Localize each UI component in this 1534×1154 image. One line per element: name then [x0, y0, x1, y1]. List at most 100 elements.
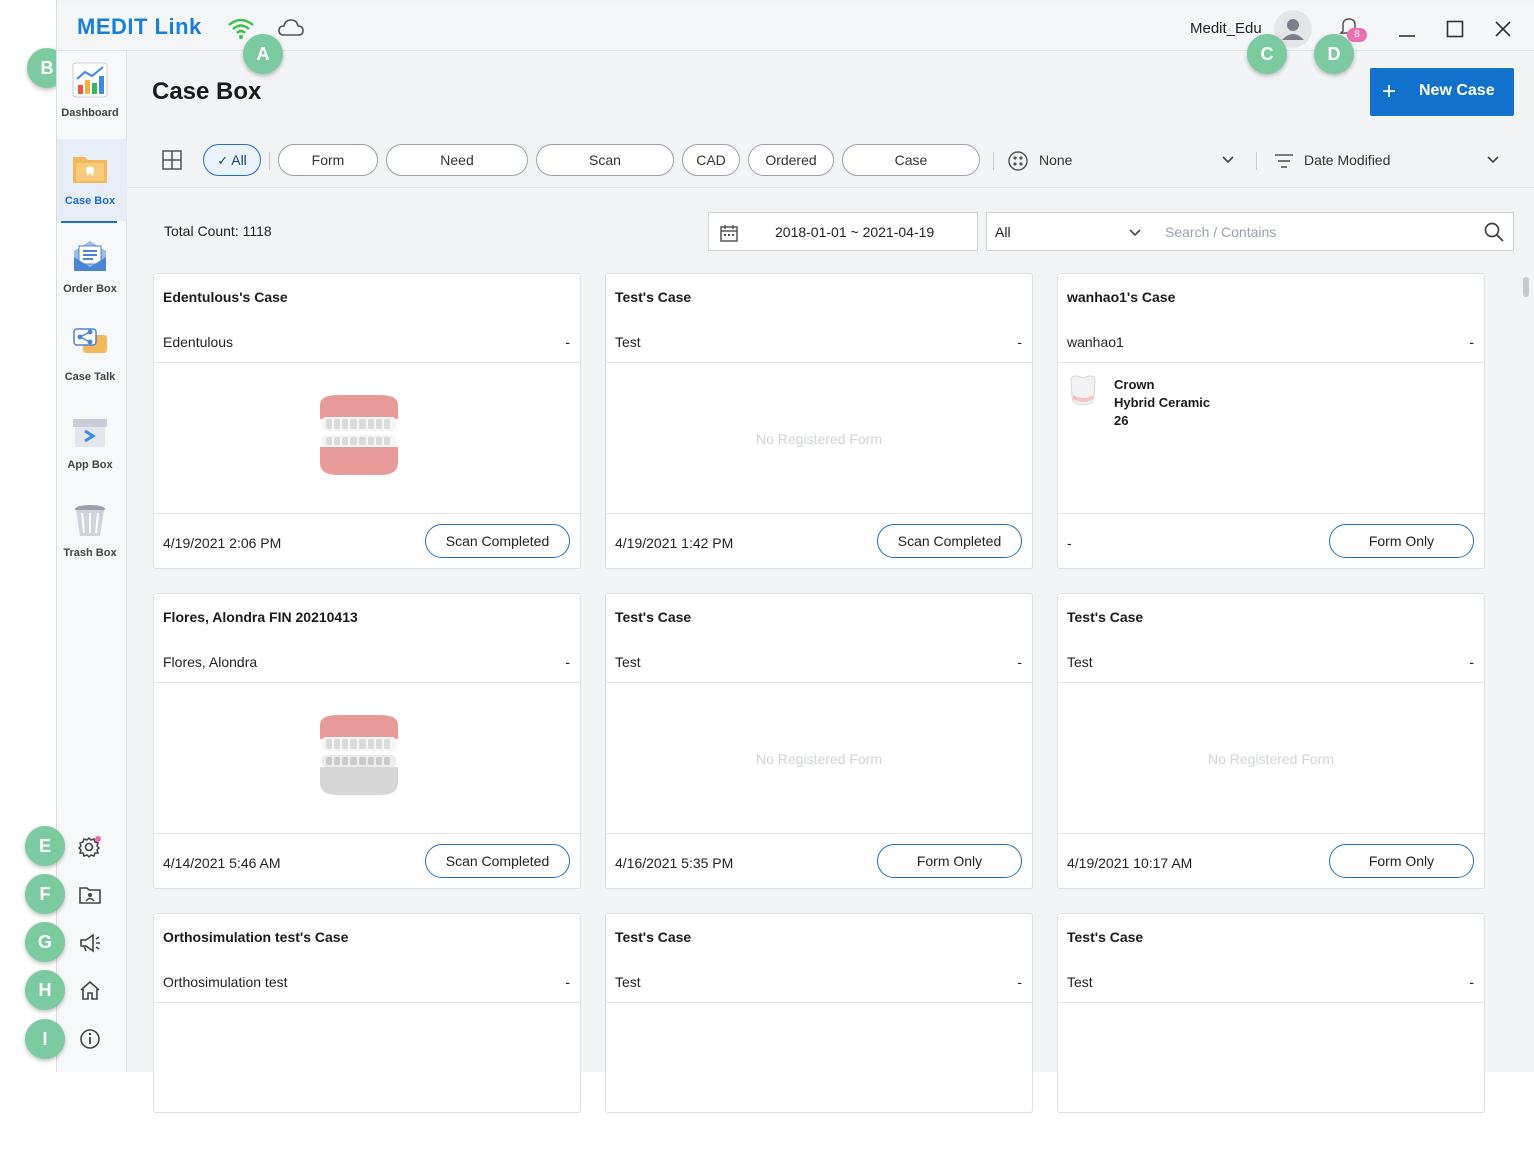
chip-label: All: [231, 152, 247, 168]
case-title: Test's Case: [615, 289, 692, 305]
filter-chip-need[interactable]: Need: [386, 144, 528, 176]
order-box-icon: [74, 241, 106, 271]
status-badge[interactable]: Scan Completed: [877, 524, 1022, 558]
sidebar-item-label: Dashboard: [61, 107, 119, 119]
empty-form-text: No Registered Form: [755, 431, 883, 447]
sidebar-item-case-box[interactable]: Case Box: [57, 139, 127, 223]
total-count: Total Count: 1118: [164, 223, 272, 239]
case-title: Test's Case: [615, 609, 692, 625]
marker-i: I: [25, 1019, 65, 1059]
status-badge[interactable]: Form Only: [1329, 844, 1474, 878]
case-preview: [154, 362, 580, 514]
divider: [1256, 152, 1257, 170]
case-card[interactable]: Test's Case Test - No Registered Form 4/…: [605, 593, 1033, 889]
sidebar-item-app-box[interactable]: App Box: [57, 403, 127, 485]
sidebar-item-dashboard[interactable]: Dashboard: [57, 51, 127, 133]
case-info: -: [565, 974, 570, 990]
filter-chip-all[interactable]: ✓ All: [203, 144, 261, 176]
case-box-icon: [73, 157, 107, 183]
patient-name: Orthosimulation test: [163, 974, 288, 990]
new-case-button[interactable]: + New Case: [1370, 68, 1514, 116]
app-window: MEDIT Link Medit_Edu 8 Dashboard Case Bo…: [56, 0, 1534, 1113]
home-icon[interactable]: [77, 978, 103, 1004]
search-scope-dropdown[interactable]: All: [995, 224, 1011, 240]
sidebar-item-trash-box[interactable]: Trash Box: [57, 491, 127, 573]
megaphone-icon[interactable]: [77, 930, 103, 956]
filter-chip-scan[interactable]: Scan: [536, 144, 674, 176]
case-date: 4/19/2021 2:06 PM: [163, 535, 282, 551]
tooth-number: 26: [1114, 413, 1129, 428]
case-card[interactable]: Test's Case Test -: [605, 913, 1033, 1113]
form-details: Crown Hybrid Ceramic 26: [1114, 376, 1210, 430]
case-preview: No Registered Form: [606, 682, 1032, 834]
filter-chip-cad[interactable]: CAD: [682, 144, 740, 176]
status-badge[interactable]: Form Only: [1329, 524, 1474, 558]
case-card[interactable]: Edentulous's Case Edentulous - 4/19/2021…: [153, 273, 581, 569]
scrollbar[interactable]: [1523, 277, 1529, 297]
minimize-icon[interactable]: [1397, 19, 1417, 39]
filter-chip-case[interactable]: Case: [842, 144, 980, 176]
divider: [269, 152, 270, 170]
search-icon[interactable]: [1483, 221, 1505, 243]
case-date: 4/14/2021 5:46 AM: [163, 855, 281, 871]
case-date: -: [1067, 535, 1072, 551]
grid-view-icon[interactable]: [161, 149, 183, 171]
status-badge[interactable]: Scan Completed: [425, 844, 570, 878]
case-preview: Crown Hybrid Ceramic 26: [1058, 362, 1484, 514]
chevron-down-icon[interactable]: [1222, 154, 1234, 166]
case-card[interactable]: Test's Case Test - No Registered Form 4/…: [1057, 593, 1485, 889]
filter-chip-ordered[interactable]: Ordered: [748, 144, 834, 176]
folder-icon[interactable]: [77, 882, 103, 908]
date-range-picker[interactable]: 2018-01-01 ~ 2021-04-19: [708, 212, 978, 251]
case-info: -: [1017, 974, 1022, 990]
case-info: -: [1017, 334, 1022, 350]
case-card[interactable]: wanhao1's Case wanhao1 - Crown Hybrid Ce…: [1057, 273, 1485, 569]
filter-bar: ✓ All Form Need Scan CAD Ordered Case No…: [127, 134, 1534, 188]
user-name[interactable]: Medit_Edu: [1190, 20, 1262, 37]
filter-chip-form[interactable]: Form: [278, 144, 378, 176]
case-preview: No Registered Form: [606, 362, 1032, 514]
case-date: 4/19/2021 10:17 AM: [1067, 855, 1193, 871]
new-case-label: New Case: [1419, 82, 1495, 99]
case-card[interactable]: Flores, Alondra FIN 20210413 Flores, Alo…: [153, 593, 581, 889]
crown-icon: [1070, 375, 1096, 406]
case-card[interactable]: Orthosimulation test's Case Orthosimulat…: [153, 913, 581, 1113]
dashboard-icon: [72, 62, 108, 98]
patient-name: Edentulous: [163, 334, 234, 350]
chevron-down-icon[interactable]: [1487, 154, 1499, 166]
case-date: 4/16/2021 5:35 PM: [615, 855, 734, 871]
group-by-icon: [1008, 151, 1028, 171]
cloud-icon[interactable]: [277, 18, 305, 38]
empty-form-text: No Registered Form: [755, 751, 883, 767]
case-info: -: [1469, 334, 1474, 350]
patient-name: Test: [1067, 974, 1093, 990]
search-input[interactable]: [1165, 219, 1465, 245]
sort-dropdown[interactable]: Date Modified: [1304, 144, 1390, 176]
status-badge[interactable]: Form Only: [877, 844, 1022, 878]
marker-f: F: [25, 874, 65, 914]
case-card[interactable]: Test's Case Test -: [1057, 913, 1485, 1113]
sidebar-item-case-talk[interactable]: Case Talk: [57, 315, 127, 397]
sidebar-item-order-box[interactable]: Order Box: [57, 227, 127, 309]
notification-badge: 8: [1347, 28, 1367, 42]
settings-icon[interactable]: [77, 834, 103, 860]
case-title: Flores, Alondra FIN 20210413: [163, 609, 358, 625]
case-card[interactable]: Test's Case Test - No Registered Form 4/…: [605, 273, 1033, 569]
app-box-icon: [73, 419, 107, 447]
patient-name: Test: [615, 334, 641, 350]
marker-e: E: [25, 826, 65, 866]
case-preview: [606, 1002, 1032, 1154]
marker-c: C: [1247, 34, 1287, 74]
empty-form-text: No Registered Form: [1207, 751, 1335, 767]
info-icon[interactable]: [77, 1026, 103, 1052]
case-title: Orthosimulation test's Case: [163, 929, 349, 945]
case-info: -: [1469, 974, 1474, 990]
close-icon[interactable]: [1493, 19, 1513, 39]
chevron-down-icon[interactable]: [1129, 227, 1141, 239]
maximize-icon[interactable]: [1445, 19, 1465, 39]
group-by-dropdown[interactable]: None: [1039, 144, 1072, 176]
page-title: Case Box: [152, 78, 262, 105]
teeth-model-icon: [320, 395, 398, 475]
case-preview: No Registered Form: [1058, 682, 1484, 834]
status-badge[interactable]: Scan Completed: [425, 524, 570, 558]
